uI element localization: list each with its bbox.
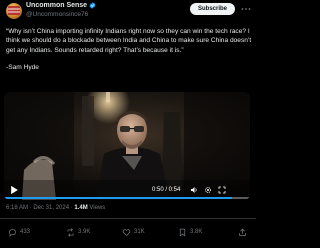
divider	[0, 218, 256, 219]
views-label: Views	[87, 205, 106, 211]
bookmark-button[interactable]: 3.8K	[178, 227, 202, 237]
share-icon	[239, 228, 246, 236]
verified-badge-icon	[89, 2, 96, 9]
video-player[interactable]: 0:50 / 0:54	[4, 92, 250, 200]
fullscreen-icon[interactable]	[218, 186, 226, 194]
video-progress-bar[interactable]	[4, 197, 250, 199]
author-handle[interactable]: @Uncommonsince76	[26, 11, 88, 18]
reply-count: 433	[20, 229, 31, 235]
repost-icon	[67, 227, 74, 237]
video-progress-fill	[4, 197, 232, 199]
tweet-header: Uncommon Sense @Uncommonsince76 Subscrib…	[0, 0, 256, 30]
subscribe-button[interactable]: Subscribe	[190, 3, 235, 15]
tweet-text: “Why isn’t China importing infinity Indi…	[6, 27, 252, 73]
tweet-meta: 6:18 AM · Dec 31, 2024 · 1.4M Views	[6, 205, 105, 211]
tweet-body: “Why isn’t China importing infinity Indi…	[6, 28, 252, 54]
tweet-timestamp[interactable]: 6:18 AM · Dec 31, 2024 ·	[6, 205, 74, 211]
display-name-text[interactable]: Uncommon Sense	[26, 2, 87, 9]
reply-button[interactable]: 433	[8, 227, 30, 237]
like-count: 31K	[134, 229, 145, 235]
avatar[interactable]	[6, 3, 22, 19]
tweet-attribution: -Sam Hyde	[6, 64, 39, 72]
more-icon[interactable]	[240, 3, 252, 15]
share-button[interactable]	[238, 227, 247, 237]
reply-icon	[9, 228, 16, 237]
bookmark-icon	[179, 228, 186, 236]
video-frame	[4, 92, 250, 200]
flag-icon	[8, 6, 20, 15]
views-count: 1.4M	[74, 205, 88, 211]
author-display-name[interactable]: Uncommon Sense	[26, 2, 96, 9]
volume-icon[interactable]	[190, 186, 198, 194]
bookmark-count: 3.8K	[190, 229, 203, 235]
repost-button[interactable]: 3.9K	[66, 227, 90, 237]
action-bar: 433 3.9K 31K 3.8K	[0, 224, 256, 240]
play-icon[interactable]	[10, 185, 19, 195]
tweet: Uncommon Sense @Uncommonsince76 Subscrib…	[0, 0, 256, 248]
heart-icon	[122, 228, 131, 236]
settings-icon[interactable]	[204, 186, 212, 194]
like-button[interactable]: 31K	[122, 227, 145, 237]
video-time: 0:50 / 0:54	[152, 187, 181, 193]
repost-count: 3.9K	[78, 229, 91, 235]
